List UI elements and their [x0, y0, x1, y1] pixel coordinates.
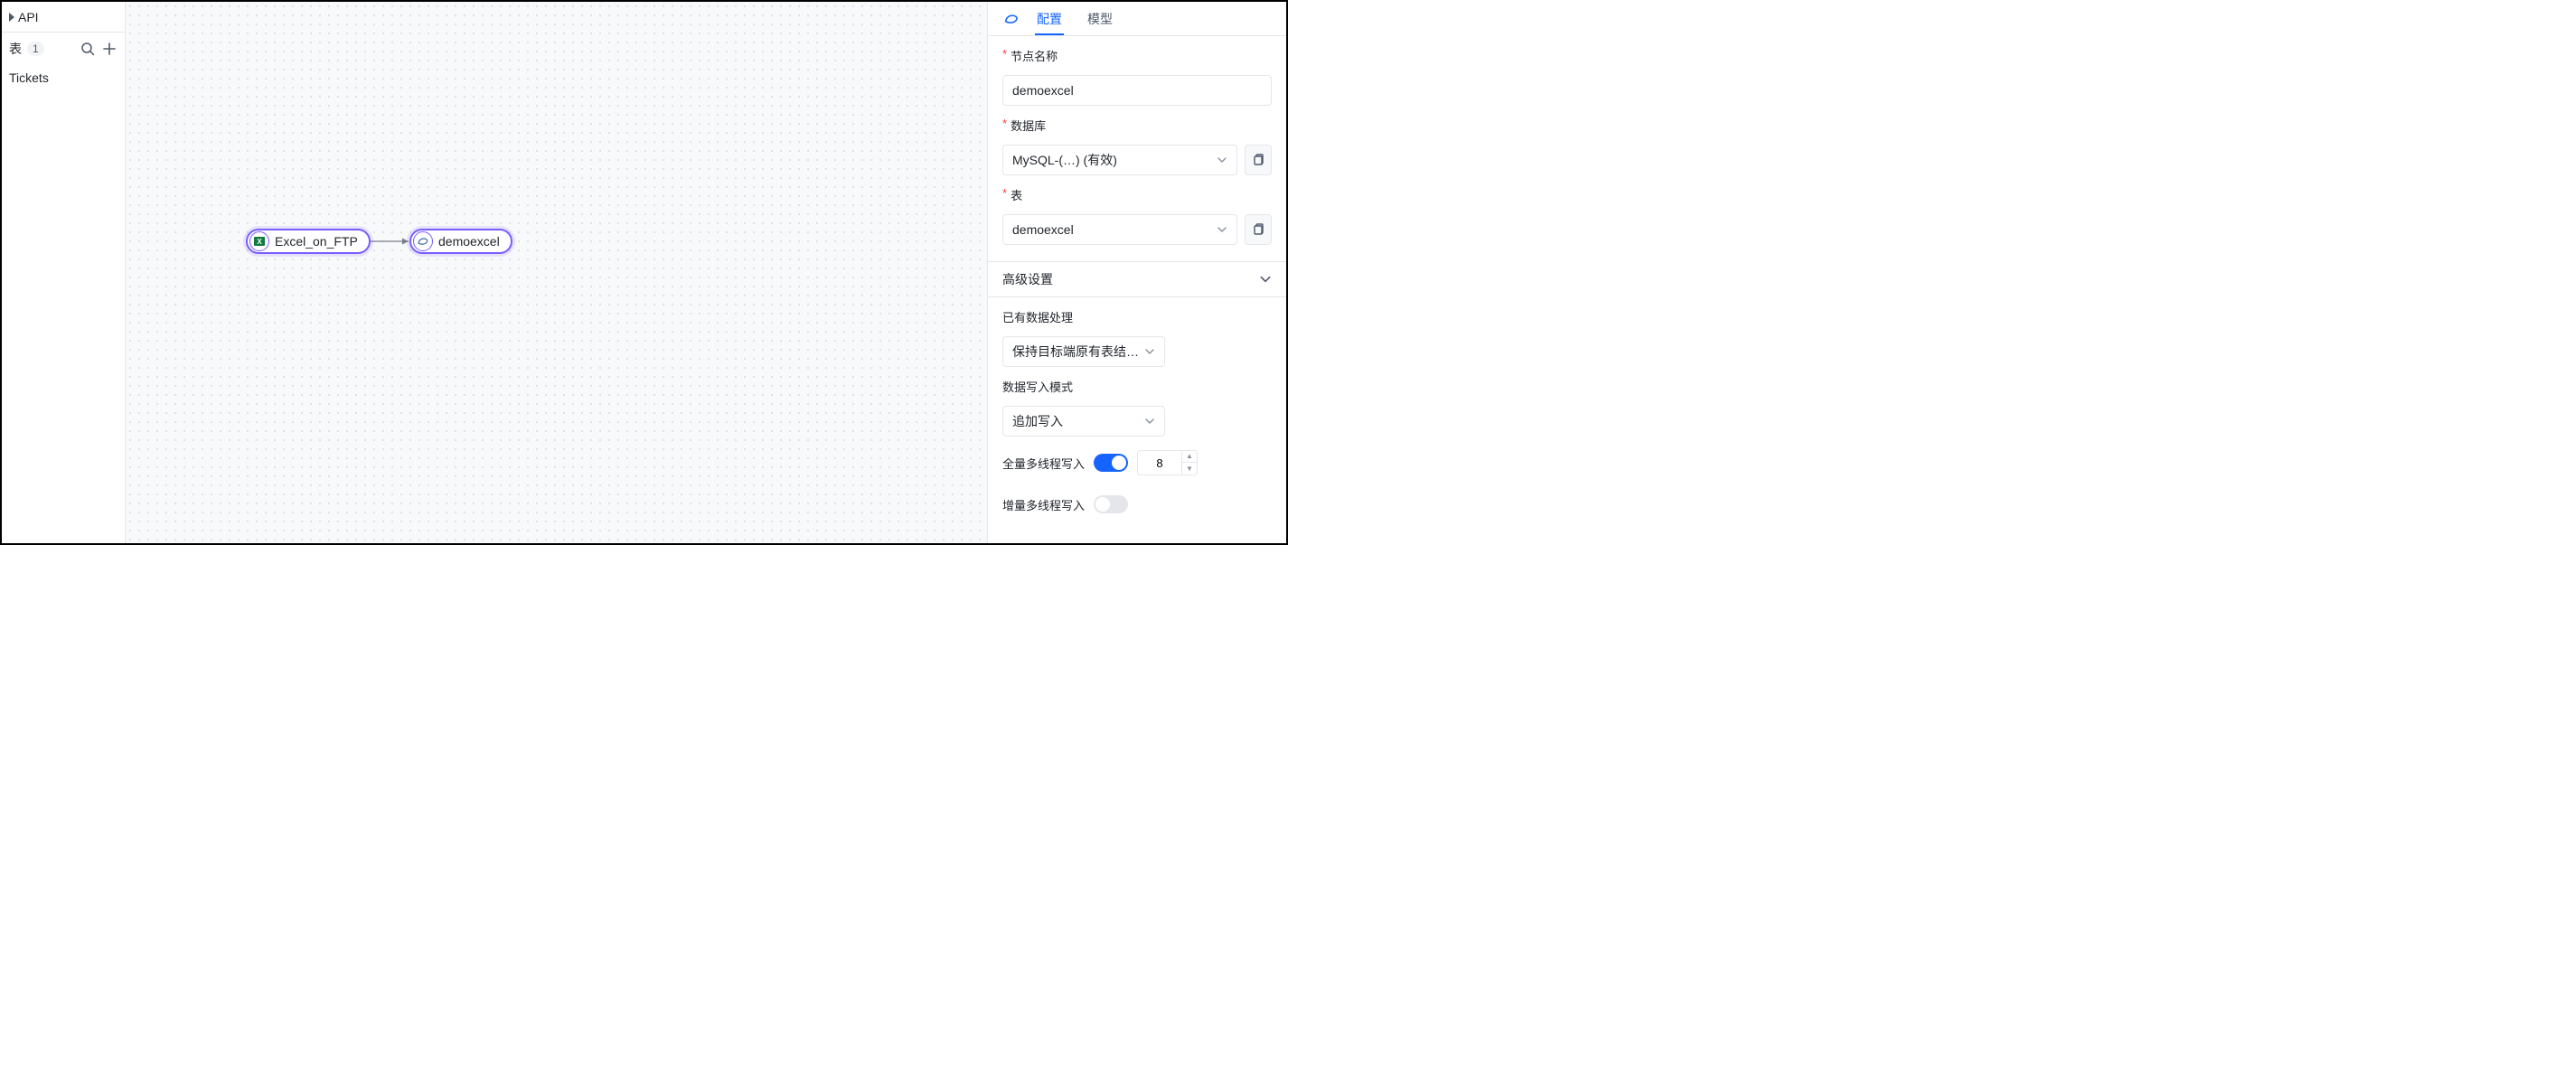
- sidebar-api-label: API: [18, 10, 39, 24]
- inspector-tabs: 配置 模型: [988, 2, 1286, 36]
- tab-model[interactable]: 模型: [1086, 2, 1114, 35]
- chevron-down-icon: [1217, 224, 1227, 235]
- copy-database-button[interactable]: [1245, 145, 1272, 175]
- sidebar: API 表 1 Tickets: [2, 2, 126, 543]
- sidebar-section-label: 表: [9, 40, 22, 58]
- select-database[interactable]: MySQL-(…) (有效): [1002, 145, 1237, 175]
- node-label: Excel_on_FTP: [275, 234, 358, 249]
- node-excel-on-ftp[interactable]: X Excel_on_FTP: [246, 229, 371, 254]
- select-existing-data[interactable]: 保持目标端原有表结构，清除数据: [1002, 336, 1165, 367]
- excel-icon: X: [249, 231, 269, 251]
- mysql-dolphin-icon: [1002, 10, 1020, 28]
- stepper-down-button[interactable]: ▼: [1182, 463, 1197, 475]
- sidebar-section-tables: 表 1: [2, 33, 125, 65]
- flow-canvas[interactable]: X Excel_on_FTP demoexcel: [126, 2, 987, 543]
- copy-table-button[interactable]: [1245, 214, 1272, 245]
- mysql-dolphin-icon: [413, 231, 433, 251]
- select-write-mode[interactable]: 追加写入: [1002, 406, 1165, 437]
- tab-config[interactable]: 配置: [1035, 2, 1064, 35]
- label-node-name: *节点名称: [1002, 47, 1272, 64]
- label-existing-data: 已有数据处理: [1002, 308, 1272, 325]
- sidebar-item-tickets[interactable]: Tickets: [2, 65, 125, 90]
- sidebar-api-row[interactable]: API: [2, 2, 125, 33]
- advanced-settings-header[interactable]: 高级设置: [988, 261, 1286, 297]
- label-incr-mt: 增量多线程写入: [1002, 496, 1085, 513]
- select-table[interactable]: demoexcel: [1002, 214, 1237, 245]
- label-full-mt: 全量多线程写入: [1002, 455, 1085, 472]
- label-database: *数据库: [1002, 117, 1272, 134]
- caret-right-icon: [9, 13, 14, 22]
- chevron-down-icon: [1217, 155, 1227, 165]
- node-label: demoexcel: [438, 234, 500, 249]
- label-table: *表: [1002, 186, 1272, 203]
- label-write-mode: 数据写入模式: [1002, 378, 1272, 395]
- plus-icon[interactable]: [101, 41, 118, 57]
- search-icon[interactable]: [80, 41, 96, 57]
- chevron-down-icon: [1144, 416, 1155, 427]
- node-demoexcel[interactable]: demoexcel: [409, 229, 512, 254]
- input-node-name[interactable]: [1002, 75, 1272, 106]
- toggle-incr-mt[interactable]: [1094, 495, 1128, 513]
- chevron-down-icon: [1144, 346, 1155, 357]
- inspector-panel: 配置 模型 *节点名称 *数据库 MySQL-(…) (有效): [987, 2, 1286, 543]
- stepper-full-mt-threads[interactable]: ▲ ▼: [1137, 450, 1198, 475]
- toggle-full-mt[interactable]: [1094, 454, 1128, 472]
- svg-text:X: X: [257, 238, 262, 246]
- stepper-up-button[interactable]: ▲: [1182, 451, 1197, 463]
- advanced-settings-title: 高级设置: [1002, 270, 1053, 288]
- input-full-mt-threads[interactable]: [1138, 451, 1181, 475]
- chevron-down-icon: [1259, 273, 1272, 286]
- sidebar-section-count: 1: [27, 42, 44, 56]
